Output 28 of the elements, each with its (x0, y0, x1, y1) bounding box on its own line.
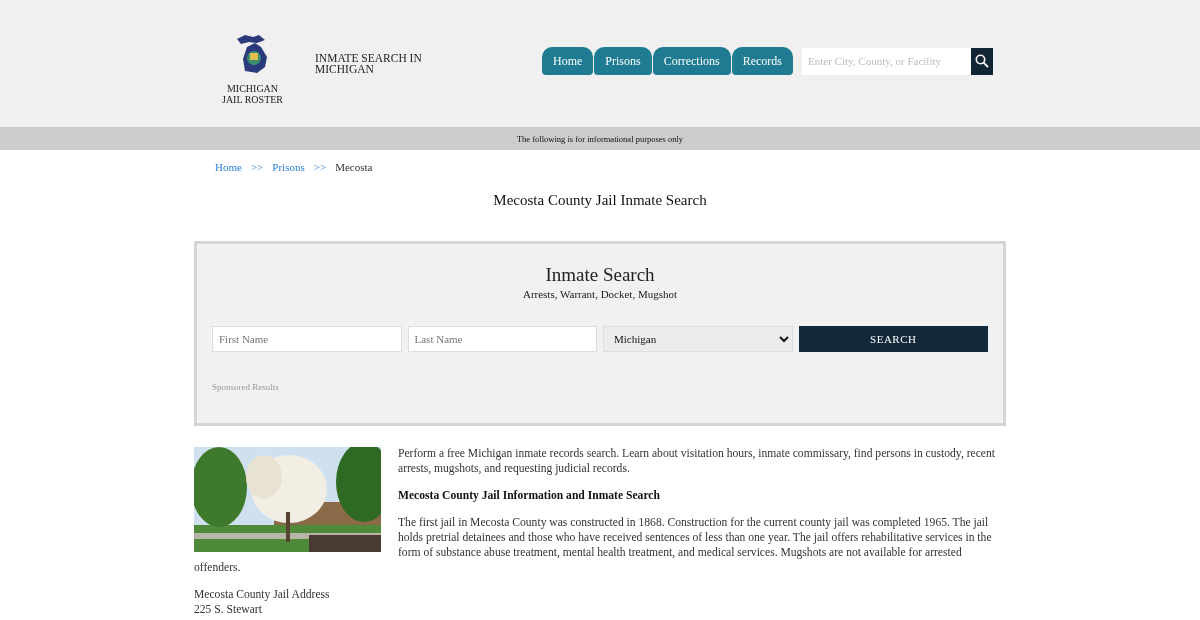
name-field[interactable]: First Name (212, 326, 402, 352)
search-button[interactable] (971, 47, 993, 75)
breadcrumb-separator: >> (313, 161, 327, 173)
site-title: INMATE SEARCH IN MICHIGAN (315, 52, 423, 75)
nav-tab[interactable]: Prisons (594, 47, 652, 75)
page-title: Mecosta County Jail Inmate Search (492, 192, 708, 209)
address-line: Mecosta County Jail Address (194, 587, 331, 602)
site-search-field[interactable]: Enter City, County, or Facility (802, 47, 971, 75)
logo-text[interactable]: MICHIGAN JAIL ROSTER (222, 82, 284, 105)
breadcrumb-current: Mecosta (335, 161, 373, 173)
nav-tab[interactable]: Corrections (652, 47, 731, 75)
panel-title: Inmate Search (544, 264, 656, 286)
name-field[interactable]: Last Name (407, 326, 597, 352)
nav-tab[interactable]: Home (542, 47, 594, 75)
paragraph: The first jail in Mecosta County was constructed in 1868. Construction for the current county jail was completed 1965. The jail holds pretrial detainees and those who have received sentences of less than one year. The jail offers rehabilitative services in the form of substance abuse treatment, mental health treatment, and medical services. Mugshots are not available for arrested offenders. (194, 515, 993, 575)
breadcrumb-link[interactable]: Home (215, 161, 242, 173)
state-select[interactable]: Michigan (603, 326, 793, 352)
nav-tab[interactable]: Records (731, 47, 793, 75)
breadcrumb-separator: >> (250, 161, 264, 173)
paragraph: Perform a free Michigan inmate records search. Learn about visitation hours, inmate commissary, find persons in custody, recent arrests, mugshots, and requesting judicial records. (397, 446, 996, 476)
breadcrumb-link[interactable]: Prisons (272, 161, 305, 173)
search-icon (975, 54, 989, 68)
search-button[interactable]: SEARCH (798, 326, 988, 352)
sponsored-label: Sponsored Results (212, 382, 280, 392)
notice-text: The following is for informational purposes only (516, 133, 684, 144)
panel-subtitle: Arrests, Warrant, Docket, Mugshot (521, 288, 679, 300)
section-heading: Mecosta County Jail Information and Inmate Search (397, 488, 661, 503)
address-line: 225 S. Stewart (194, 602, 263, 617)
